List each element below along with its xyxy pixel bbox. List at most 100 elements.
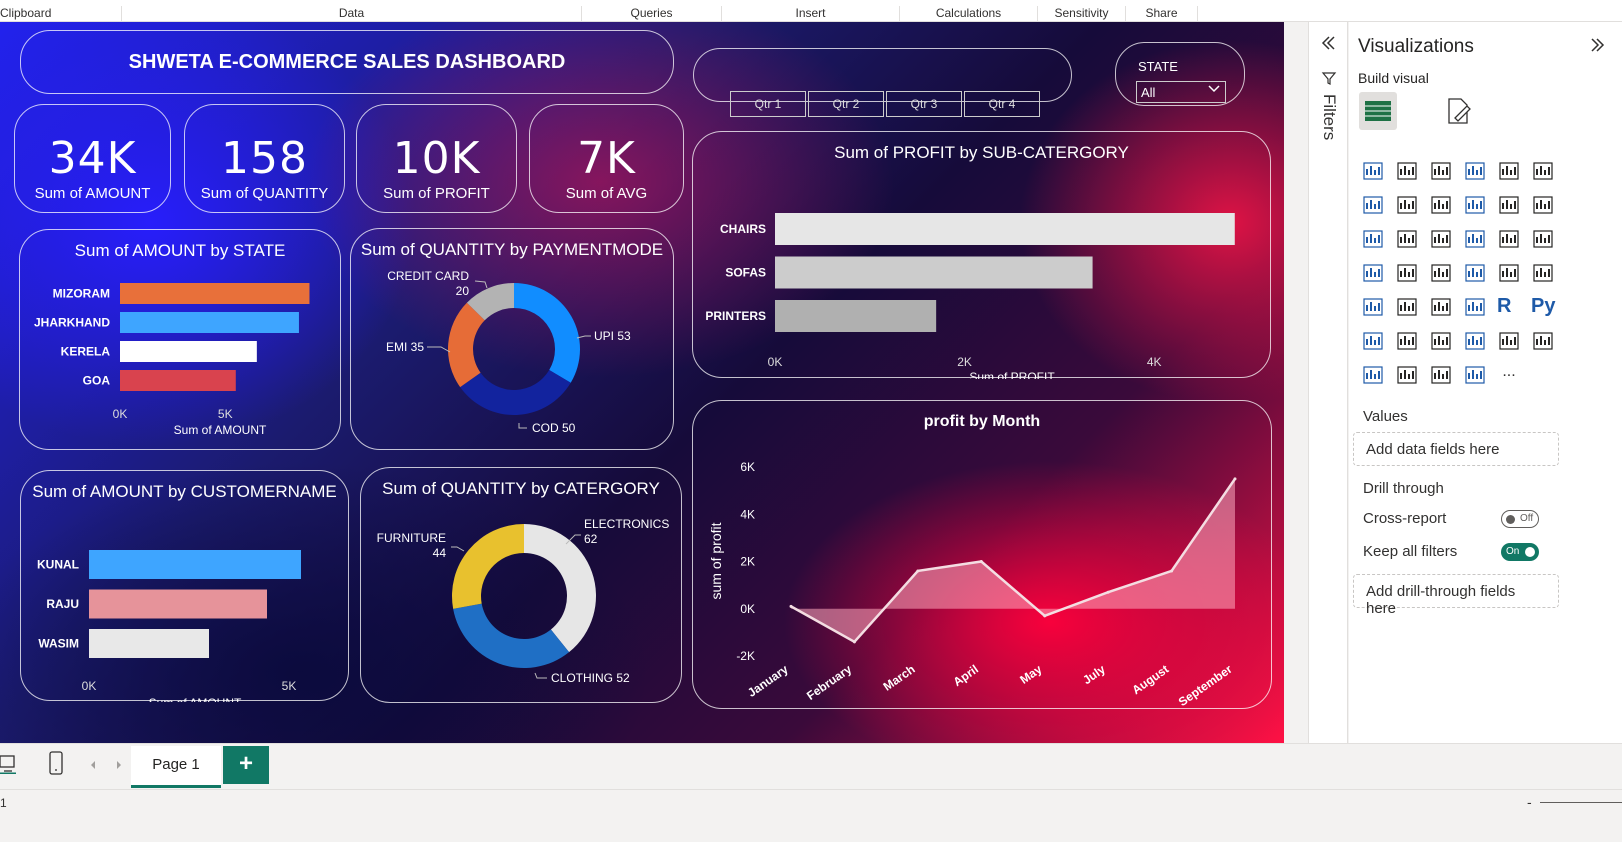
chevron-down-icon	[1207, 82, 1221, 99]
state-slicer-label: STATE	[1138, 59, 1178, 74]
table-icon[interactable]	[1429, 295, 1453, 319]
zoom-slider[interactable]	[1540, 802, 1622, 803]
map-icon[interactable]	[1361, 261, 1385, 285]
metrics-icon[interactable]	[1497, 329, 1521, 353]
cross-report-toggle[interactable]: Off	[1501, 510, 1539, 528]
decomposition-tree-icon[interactable]	[1395, 329, 1419, 353]
chevron-right-icon[interactable]	[114, 758, 124, 776]
power-apps-icon[interactable]	[1361, 363, 1385, 387]
paginated-report-icon[interactable]	[1531, 329, 1555, 353]
scatter-icon[interactable]	[1429, 227, 1453, 251]
slicer-qtr2-button[interactable]: Qtr 2	[808, 91, 884, 117]
multi-row-card-icon[interactable]	[1531, 261, 1555, 285]
table-visual-button[interactable]	[1359, 92, 1397, 130]
chart-quantity-by-category[interactable]: Sum of QUANTITY by CATERGORY ELECTRONICS…	[360, 467, 682, 703]
ribbon-chart-icon[interactable]	[1531, 193, 1555, 217]
data-point	[852, 640, 856, 644]
slicer-qtr4-button[interactable]: Qtr 4	[964, 91, 1040, 117]
format-visual-icon[interactable]	[1443, 96, 1473, 131]
slicer-qtr1-button[interactable]: Qtr 1	[730, 91, 806, 117]
pane-title: Visualizations	[1358, 36, 1474, 57]
power-automate-icon[interactable]	[1395, 363, 1419, 387]
diamond-visual-icon[interactable]	[1429, 363, 1453, 387]
add-page-button[interactable]: +	[223, 746, 269, 784]
filled-map-icon[interactable]	[1395, 261, 1419, 285]
bar-chart-svg: CHAIRS SOFAS PRINTERS 0K 2K 4K Sum of PROFIT	[705, 213, 1235, 379]
azure-map-icon[interactable]	[1429, 261, 1453, 285]
kpi-card-quantity: 158 Sum of QUANTITY	[184, 104, 345, 213]
chart-amount-by-customername[interactable]: Sum of AMOUNT by CUSTOMERNAME KUNAL RAJU W…	[20, 470, 349, 702]
chart-axis-label: Sum of PROFIT	[969, 370, 1055, 379]
smart-narrative-icon[interactable]	[1463, 329, 1487, 353]
values-field-well[interactable]: Add data fields here	[1353, 432, 1559, 466]
slicer-icon[interactable]	[1395, 295, 1419, 319]
area-chart-icon[interactable]	[1395, 193, 1419, 217]
donut-data-label: FURNITURE 44	[377, 531, 447, 560]
ribbon-group-queries[interactable]: Queries	[582, 6, 722, 22]
values-label: Values	[1363, 408, 1408, 425]
python-visual-icon[interactable]: Py	[1531, 295, 1555, 319]
ribbon-group-data[interactable]: Data	[122, 6, 582, 22]
expand-right-icon[interactable]	[1589, 36, 1607, 59]
desktop-view-icon[interactable]	[0, 752, 18, 779]
ribbon-group-label: Share	[1145, 6, 1178, 20]
donut-data-label: CLOTHING 52	[551, 671, 630, 685]
100-bar-icon[interactable]	[1497, 159, 1521, 183]
more-visuals-icon[interactable]: ...	[1497, 363, 1521, 387]
clustered-bar-icon[interactable]	[1429, 159, 1453, 183]
funnel-icon[interactable]	[1395, 227, 1419, 251]
qa-icon[interactable]	[1429, 329, 1453, 353]
line-chart-icon[interactable]	[1361, 193, 1385, 217]
ribbon-group-clipboard[interactable]: Clipboard	[0, 6, 122, 22]
donut-chart-icon[interactable]	[1497, 227, 1521, 251]
collapse-left-icon[interactable]	[1319, 34, 1337, 57]
stacked-bar-icon[interactable]	[1361, 159, 1385, 183]
donut-label-category: CREDIT CARD	[387, 269, 469, 283]
state-dropdown[interactable]: All	[1136, 81, 1226, 103]
ribbon-group-insert[interactable]: Insert	[722, 6, 900, 22]
chart-profit-by-subcategory[interactable]: Sum of PROFIT by SUB-CATERGORY CHAIRS SOF…	[692, 131, 1271, 379]
chart-category-label: May	[1017, 662, 1044, 687]
zoom-out-button[interactable]: -	[1527, 794, 1532, 810]
visualizations-pane: Visualizations Build visual R Py... Value…	[1349, 22, 1622, 743]
clustered-column-icon[interactable]	[1463, 159, 1487, 183]
ribbon-group-share[interactable]: Share	[1126, 6, 1198, 22]
chevron-left-icon[interactable]	[88, 758, 98, 776]
100-column-icon[interactable]	[1531, 159, 1555, 183]
stacked-column-icon[interactable]	[1395, 159, 1419, 183]
drill-through-field-well[interactable]: Add drill-through fields here	[1353, 574, 1559, 617]
kpi-icon[interactable]	[1361, 295, 1385, 319]
chart-profit-by-month[interactable]: profit by Month 6K 4K 2K 0K -2K January Februa…	[692, 400, 1272, 709]
toggle-knob	[1525, 547, 1535, 557]
ribbon-group-sensitivity[interactable]: Sensitivity	[1038, 6, 1126, 22]
treemap-icon[interactable]	[1531, 227, 1555, 251]
stacked-area-icon[interactable]	[1429, 193, 1453, 217]
chart-axis-label: Sum of AMOUNT	[149, 696, 242, 702]
gauge-icon[interactable]	[1463, 261, 1487, 285]
slicer-qtr3-button[interactable]: Qtr 3	[886, 91, 962, 117]
data-point	[1043, 614, 1047, 618]
chart-bar	[89, 629, 209, 658]
data-point	[789, 604, 793, 608]
donut-label-value: 52	[613, 671, 630, 685]
donut-label-category: EMI	[386, 340, 407, 354]
chart-tick-label: 2K	[740, 555, 755, 569]
mobile-view-icon[interactable]	[48, 750, 64, 781]
matrix-icon[interactable]	[1463, 295, 1487, 319]
r-visual-icon[interactable]: R	[1497, 295, 1521, 319]
key-influencers-icon[interactable]	[1361, 329, 1385, 353]
pie-chart-icon[interactable]	[1463, 227, 1487, 251]
power-automate-flow-icon[interactable]	[1463, 363, 1487, 387]
card-icon[interactable]	[1497, 261, 1521, 285]
filters-pane[interactable]: Filters	[1308, 22, 1348, 743]
chart-quantity-by-paymentmode[interactable]: Sum of QUANTITY by PAYMENTMODE UPI 53 COD…	[350, 228, 674, 450]
page-tab-1[interactable]: Page 1	[131, 746, 221, 788]
keep-filters-toggle[interactable]: On	[1501, 543, 1539, 561]
ribbon-group-calculations[interactable]: Calculations	[900, 6, 1038, 22]
line-clustered-icon[interactable]	[1497, 193, 1521, 217]
chart-axis-label: sum of profit	[708, 522, 724, 599]
donut-leader-line	[451, 546, 465, 552]
waterfall-icon[interactable]	[1361, 227, 1385, 251]
chart-amount-by-state[interactable]: Sum of AMOUNT by STATE MIZORAM JHARKHAND K…	[19, 229, 341, 450]
line-column-icon[interactable]	[1463, 193, 1487, 217]
